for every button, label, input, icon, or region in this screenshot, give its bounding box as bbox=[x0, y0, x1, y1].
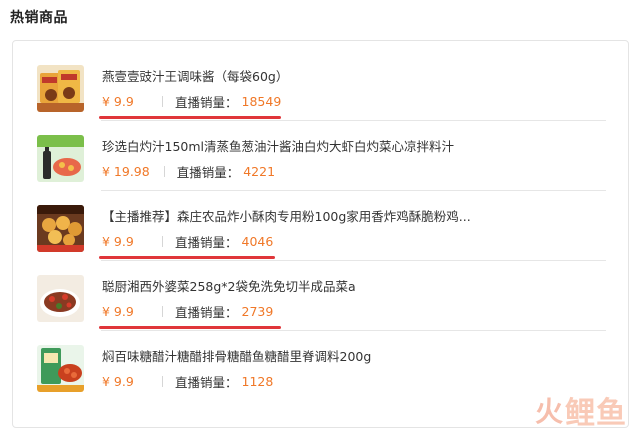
sales-value: 2739 bbox=[241, 303, 274, 319]
meta-divider bbox=[163, 165, 165, 177]
product-price: ¥ 9.9 bbox=[102, 233, 134, 249]
sauce-packet-image[interactable] bbox=[37, 65, 84, 112]
meta-divider bbox=[162, 305, 163, 317]
sauce-bottle-image[interactable] bbox=[37, 135, 84, 182]
product-name[interactable]: 燕壹壹豉汁王调味酱（每袋60g） bbox=[102, 66, 288, 85]
product-name[interactable]: 【主播推荐】森庄农品炸小酥肉专用粉100g家用香炸鸡酥脆粉鸡... bbox=[102, 206, 471, 225]
fried-pork-image[interactable] bbox=[37, 205, 84, 252]
pickled-vegetable-image[interactable] bbox=[37, 275, 84, 322]
sales-value: 4221 bbox=[243, 163, 276, 179]
product-name[interactable]: 焖百味糖醋汁糖醋排骨糖醋鱼糖醋里脊调料200g bbox=[102, 346, 371, 365]
watermark: 火 鲤鱼 bbox=[535, 388, 627, 432]
product-meta: ¥ 9.9 直播销量： 18549 bbox=[102, 92, 281, 110]
product-name[interactable]: 聪厨湘西外婆菜258g*2袋免洗免切半成品菜a bbox=[102, 276, 356, 295]
watermark-symbol: 火 bbox=[534, 395, 563, 428]
sales-value: 4046 bbox=[241, 233, 274, 249]
hot-products-panel: 燕壹壹豉汁王调味酱（每袋60g） ¥ 9.9 直播销量： 18549 珍选白灼汁… bbox=[12, 40, 629, 428]
product-row[interactable]: 聪厨湘西外婆菜258g*2袋免洗免切半成品菜a ¥ 9.9 直播销量： 2739 bbox=[13, 261, 628, 331]
product-row[interactable]: 珍选白灼汁150ml清蒸鱼葱油汁酱油白灼大虾白灼菜心凉拌料汁 ¥ 19.98 直… bbox=[13, 121, 628, 191]
watermark-text: 鲤鱼 bbox=[565, 396, 627, 431]
product-meta: ¥ 9.9 直播销量： 2739 bbox=[102, 302, 273, 320]
highlight-underline bbox=[99, 116, 281, 119]
sales-label: 直播销量： bbox=[175, 234, 238, 250]
product-price: ¥ 9.9 bbox=[102, 373, 134, 389]
sales-value: 18549 bbox=[241, 93, 282, 109]
product-meta: ¥ 9.9 直播销量： 4046 bbox=[102, 232, 273, 250]
product-price: ¥ 9.9 bbox=[102, 303, 134, 319]
sales-label: 直播销量： bbox=[175, 374, 238, 390]
product-meta: ¥ 19.98 直播销量： 4221 bbox=[102, 162, 275, 180]
sweet-sour-sauce-image[interactable] bbox=[37, 345, 84, 392]
sales-value: 1128 bbox=[241, 373, 274, 389]
highlight-underline bbox=[99, 256, 275, 259]
meta-divider bbox=[162, 375, 163, 387]
product-meta: ¥ 9.9 直播销量： 1128 bbox=[102, 372, 273, 390]
meta-divider bbox=[162, 95, 163, 107]
product-row[interactable]: 【主播推荐】森庄农品炸小酥肉专用粉100g家用香炸鸡酥脆粉鸡... ¥ 9.9 … bbox=[13, 191, 628, 261]
meta-divider bbox=[162, 235, 163, 247]
product-price: ¥ 9.9 bbox=[102, 93, 134, 109]
sales-label: 直播销量： bbox=[175, 94, 238, 110]
product-price: ¥ 19.98 bbox=[102, 163, 150, 179]
product-name[interactable]: 珍选白灼汁150ml清蒸鱼葱油汁酱油白灼大虾白灼菜心凉拌料汁 bbox=[102, 136, 454, 155]
sales-label: 直播销量： bbox=[176, 164, 240, 180]
product-row[interactable]: 燕壹壹豉汁王调味酱（每袋60g） ¥ 9.9 直播销量： 18549 bbox=[13, 51, 628, 121]
highlight-underline bbox=[99, 326, 281, 329]
section-title: 热销商品 bbox=[10, 10, 68, 26]
sales-label: 直播销量： bbox=[175, 304, 238, 320]
